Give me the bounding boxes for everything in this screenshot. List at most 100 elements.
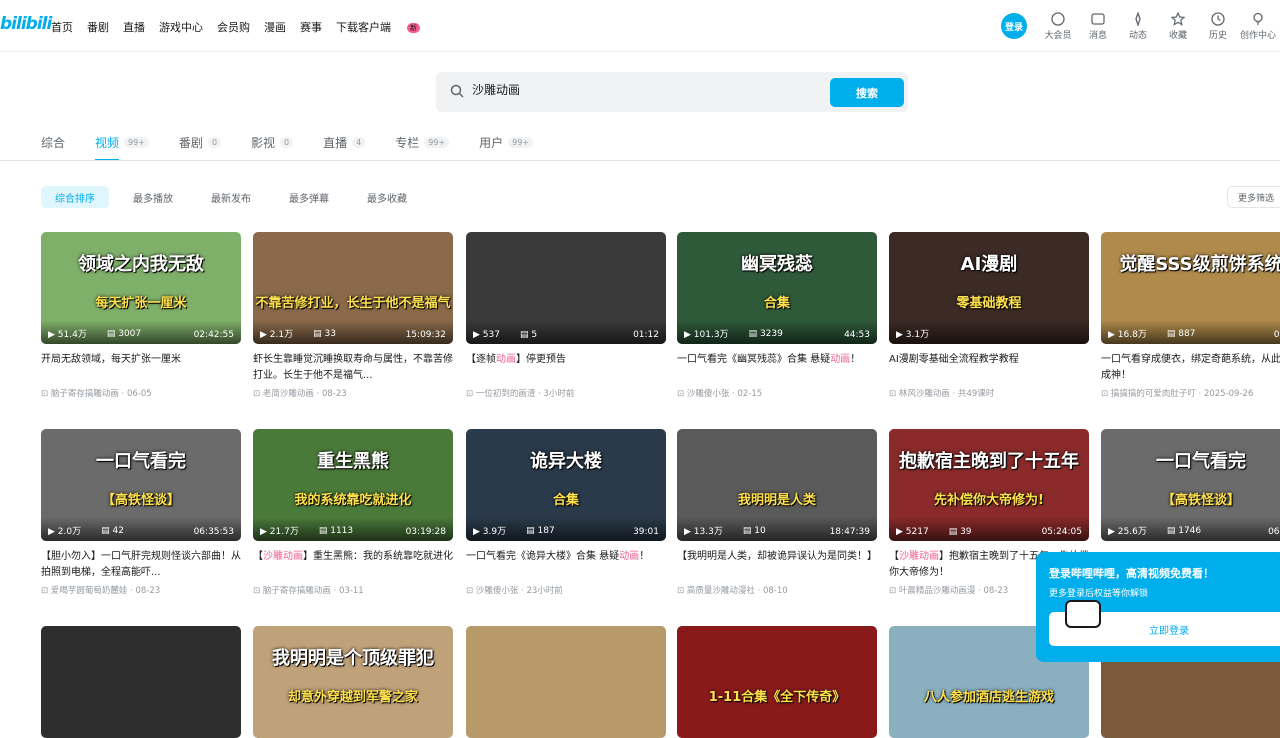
filter-most-favorited[interactable]: 最多收藏	[353, 186, 421, 208]
video-thumbnail[interactable]: 重生黑熊 我的系统靠吃就进化 ▶ 21.7万 ▤ 1113 03:19:28	[253, 429, 453, 541]
video-card[interactable]: ▶ 537 ▤ 5 01:12 【逐帧动画】停更预告 ⊡ 一位初到的画渣 · 3小时前	[466, 232, 666, 399]
video-card[interactable]: 重生黑熊 我的系统靠吃就进化 ▶ 21.7万 ▤ 1113 03:19:28 【沙雕动画】…	[253, 429, 453, 596]
popup-login-bar[interactable]: 立即登录	[1049, 600, 1280, 646]
more-filters-button[interactable]: 更多筛选	[1227, 186, 1280, 208]
nav-dynamic[interactable]: 动态	[1118, 12, 1158, 41]
tab-user[interactable]: 用户 99+	[479, 134, 534, 150]
search-input[interactable]	[472, 82, 852, 96]
nav-home[interactable]: 首页	[51, 19, 73, 35]
video-thumbnail[interactable]: 我明明是人类 ▶ 13.3万 ▤ 10 18:47:39	[677, 429, 877, 541]
video-title[interactable]: 【胆小勿入】一口气肝完规则怪谈六部曲！从拍照到电梯，全程高能吓...	[41, 549, 241, 581]
tab-bangumi-label: 番剧	[178, 135, 203, 150]
filter-most-danmaku[interactable]: 最多弹幕	[275, 186, 343, 208]
video-thumbnail[interactable]: 诡异大楼 合集 ▶ 3.9万 ▤ 187 39:01	[466, 429, 666, 541]
video-thumbnail[interactable]: 幽冥残蕊 合集 ▶ 101.3万 ▤ 3239 44:53	[677, 232, 877, 344]
tab-film[interactable]: 影视 0	[251, 134, 294, 150]
title-prefix: 【胆小勿入】一口气肝完规则怪谈六部曲！从拍照到电梯，全程高能吓...	[41, 551, 241, 578]
video-thumbnail[interactable]: 领域之内我无敌 每天扩张一厘米 ▶ 51.4万 ▤ 3007 02:42:55	[41, 232, 241, 344]
video-meta[interactable]: ⊡ 林风沙雕动画 · 共49课时	[889, 387, 1089, 399]
video-thumbnail[interactable]: 不靠苦修打业，长生于他不是福气 ▶ 2.1万 ▤ 33 15:09:32	[253, 232, 453, 344]
video-thumbnail[interactable]	[466, 626, 666, 738]
filter-default[interactable]: 综合排序	[41, 186, 109, 208]
video-card[interactable]: 我明明是个顶级罪犯 却意外穿越到军警之家	[253, 626, 453, 738]
filter-newest[interactable]: 最新发布	[197, 186, 265, 208]
video-title[interactable]: 【逐帧动画】停更预告	[466, 352, 666, 384]
video-title[interactable]: 开局无敌领域，每天扩张一厘米	[41, 352, 241, 384]
video-title[interactable]: 一口气看穿成便衣，绑定奇葩系统，从此摸鱼成神！	[1101, 352, 1280, 384]
video-title[interactable]: 【沙雕动画】重生黑熊：我的系统靠吃就进化	[253, 549, 453, 581]
video-title[interactable]: 虾长生靠睡觉沉睡换取寿命与属性，不靠苦修打业。长生于他不是福气...	[253, 352, 453, 384]
video-thumbnail[interactable]: 觉醒SSS级煎饼系统 ▶ 16.8万 ▤ 887 02:1	[1101, 232, 1280, 344]
upload-date: 02-15	[737, 389, 763, 399]
tab-all[interactable]: 综合	[41, 134, 65, 150]
video-card[interactable]: 诡异大楼 合集 ▶ 3.9万 ▤ 187 39:01 一口气看完《诡异大楼》合集 悬疑动画…	[466, 429, 666, 596]
nav-mall[interactable]: 会员购	[217, 19, 250, 35]
nav-download-client[interactable]: 下载客户端 新	[336, 19, 434, 35]
video-thumbnail[interactable]: 一口气看完【高铁怪谈】 ▶ 25.6万 ▤ 1746 06:35	[1101, 429, 1280, 541]
video-thumbnail[interactable]: 一口气看完 【高铁怪谈】 ▶ 2.0万 ▤ 42 06:35:53	[41, 429, 241, 541]
bilibili-logo[interactable]: bilibili	[0, 14, 52, 34]
filter-most-played[interactable]: 最多播放	[119, 186, 187, 208]
login-avatar-button[interactable]: 登录	[1001, 13, 1027, 39]
video-card[interactable]: 觉醒SSS级煎饼系统 ▶ 16.8万 ▤ 887 02:1 一口气看穿成便衣，绑定奇葩系…	[1101, 232, 1280, 399]
dynamic-icon	[1135, 12, 1141, 26]
video-card[interactable]	[41, 626, 241, 738]
uploader-icon: ⊡	[41, 586, 51, 596]
tab-bangumi[interactable]: 番剧 0	[178, 134, 222, 150]
thumbnail-subcaption: 零基础教程	[956, 296, 1022, 311]
video-thumbnail[interactable]: 1-11合集《全下传奇》	[677, 626, 877, 738]
play-count-value: 21.7万	[269, 527, 299, 537]
play-count-value: 3.9万	[482, 527, 507, 537]
nav-message[interactable]: 消息	[1078, 12, 1118, 41]
nav-live[interactable]: 直播	[123, 19, 145, 35]
nav-favorites[interactable]: 收藏	[1158, 12, 1198, 41]
nav-history[interactable]: 历史	[1198, 12, 1238, 41]
video-card[interactable]: 幽冥残蕊 合集 ▶ 101.3万 ▤ 3239 44:53 一口气看完《幽冥残蕊》合集 悬…	[677, 232, 877, 399]
danmaku-count: ▤ 887	[1166, 328, 1196, 339]
tab-all-label: 综合	[41, 135, 66, 150]
danmaku-count: ▤ 10	[742, 525, 766, 536]
video-meta[interactable]: ⊡ 爱喝芋圆葡萄奶麓娃 · 08-23	[41, 584, 241, 596]
popup-login-button[interactable]: 立即登录	[1149, 622, 1189, 637]
video-card[interactable]: 我明明是人类 ▶ 13.3万 ▤ 10 18:47:39 【我明明是人类，却被诡异误认为…	[677, 429, 877, 596]
video-card[interactable]: 1-11合集《全下传奇》	[677, 626, 877, 738]
video-meta[interactable]: ⊡ 脑子寄存搞雕动画 · 06-05	[41, 387, 241, 399]
nav-creator-center[interactable]: 创作中心	[1238, 12, 1278, 41]
thumbnail-caption: 一口气看完	[1156, 451, 1246, 472]
video-duration: 15:09:32	[405, 330, 446, 340]
video-meta[interactable]: ⊡ 沙雕傻小张 · 23小时前	[466, 584, 666, 596]
video-meta[interactable]: ⊡ 老简沙雕动画 · 08-23	[253, 387, 453, 399]
video-title[interactable]: 一口气看完《诡异大楼》合集 悬疑动画！	[466, 549, 666, 581]
video-meta[interactable]: ⊡ 一位初到的画渣 · 3小时前	[466, 387, 666, 399]
nav-vip[interactable]: 大会员	[1038, 12, 1078, 41]
video-title[interactable]: 【我明明是人类，却被诡异误认为是同类！】	[677, 549, 877, 581]
tab-live[interactable]: 直播 4	[323, 134, 366, 150]
video-title[interactable]: AI漫剧零基础全流程教学教程	[889, 352, 1089, 384]
video-thumbnail[interactable]	[41, 626, 241, 738]
nav-match[interactable]: 赛事	[300, 19, 322, 35]
video-thumbnail[interactable]: 抱歉宿主晚到了十五年 先补偿你大帝修为! ▶ 5217 ▤ 39 05:24:05	[889, 429, 1089, 541]
nav-game-center[interactable]: 游戏中心	[159, 19, 203, 35]
video-thumbnail[interactable]: AI漫剧 零基础教程 ▶ 3.1万	[889, 232, 1089, 344]
video-card[interactable]: 不靠苦修打业，长生于他不是福气 ▶ 2.1万 ▤ 33 15:09:32 虾长生靠睡觉沉…	[253, 232, 453, 399]
video-card[interactable]	[466, 626, 666, 738]
video-meta[interactable]: ⊡ 沙雕傻小张 · 02-15	[677, 387, 877, 399]
video-thumbnail[interactable]: ▶ 537 ▤ 5 01:12	[466, 232, 666, 344]
video-meta[interactable]: ⊡ 搞搞搞的可爱肉肚子叮 · 2025-09-26	[1101, 387, 1280, 399]
video-thumbnail[interactable]: 我明明是个顶级罪犯 却意外穿越到军警之家	[253, 626, 453, 738]
video-title[interactable]: 一口气看完《幽冥残蕊》合集 悬疑动画！	[677, 352, 877, 384]
title-highlight: 动画	[496, 354, 516, 365]
nav-manga[interactable]: 漫画	[264, 19, 286, 35]
tab-video[interactable]: 视频 99+	[95, 134, 149, 161]
video-meta[interactable]: ⊡ 脑子寄存搞雕动画 · 03-11	[253, 584, 453, 596]
title-prefix: 【	[253, 551, 263, 562]
video-card[interactable]: 领域之内我无敌 每天扩张一厘米 ▶ 51.4万 ▤ 3007 02:42:55 开局无敌领…	[41, 232, 241, 399]
video-card[interactable]: 一口气看完 【高铁怪谈】 ▶ 2.0万 ▤ 42 06:35:53 【胆小勿入】一口气肝完…	[41, 429, 241, 596]
video-meta[interactable]: ⊡ 高质量沙雕动漫社 · 08-10	[677, 584, 877, 596]
vip-icon	[1051, 12, 1065, 26]
video-card[interactable]: AI漫剧 零基础教程 ▶ 3.1万 AI漫剧零基础全流程教学教程 ⊡ 林风沙雕动画 · …	[889, 232, 1089, 399]
tab-article[interactable]: 专栏 99+	[395, 134, 450, 150]
search-button[interactable]: 搜索	[830, 78, 904, 107]
upload-date: 2025-09-26	[1203, 389, 1254, 399]
nav-bangumi[interactable]: 番剧	[87, 19, 109, 35]
